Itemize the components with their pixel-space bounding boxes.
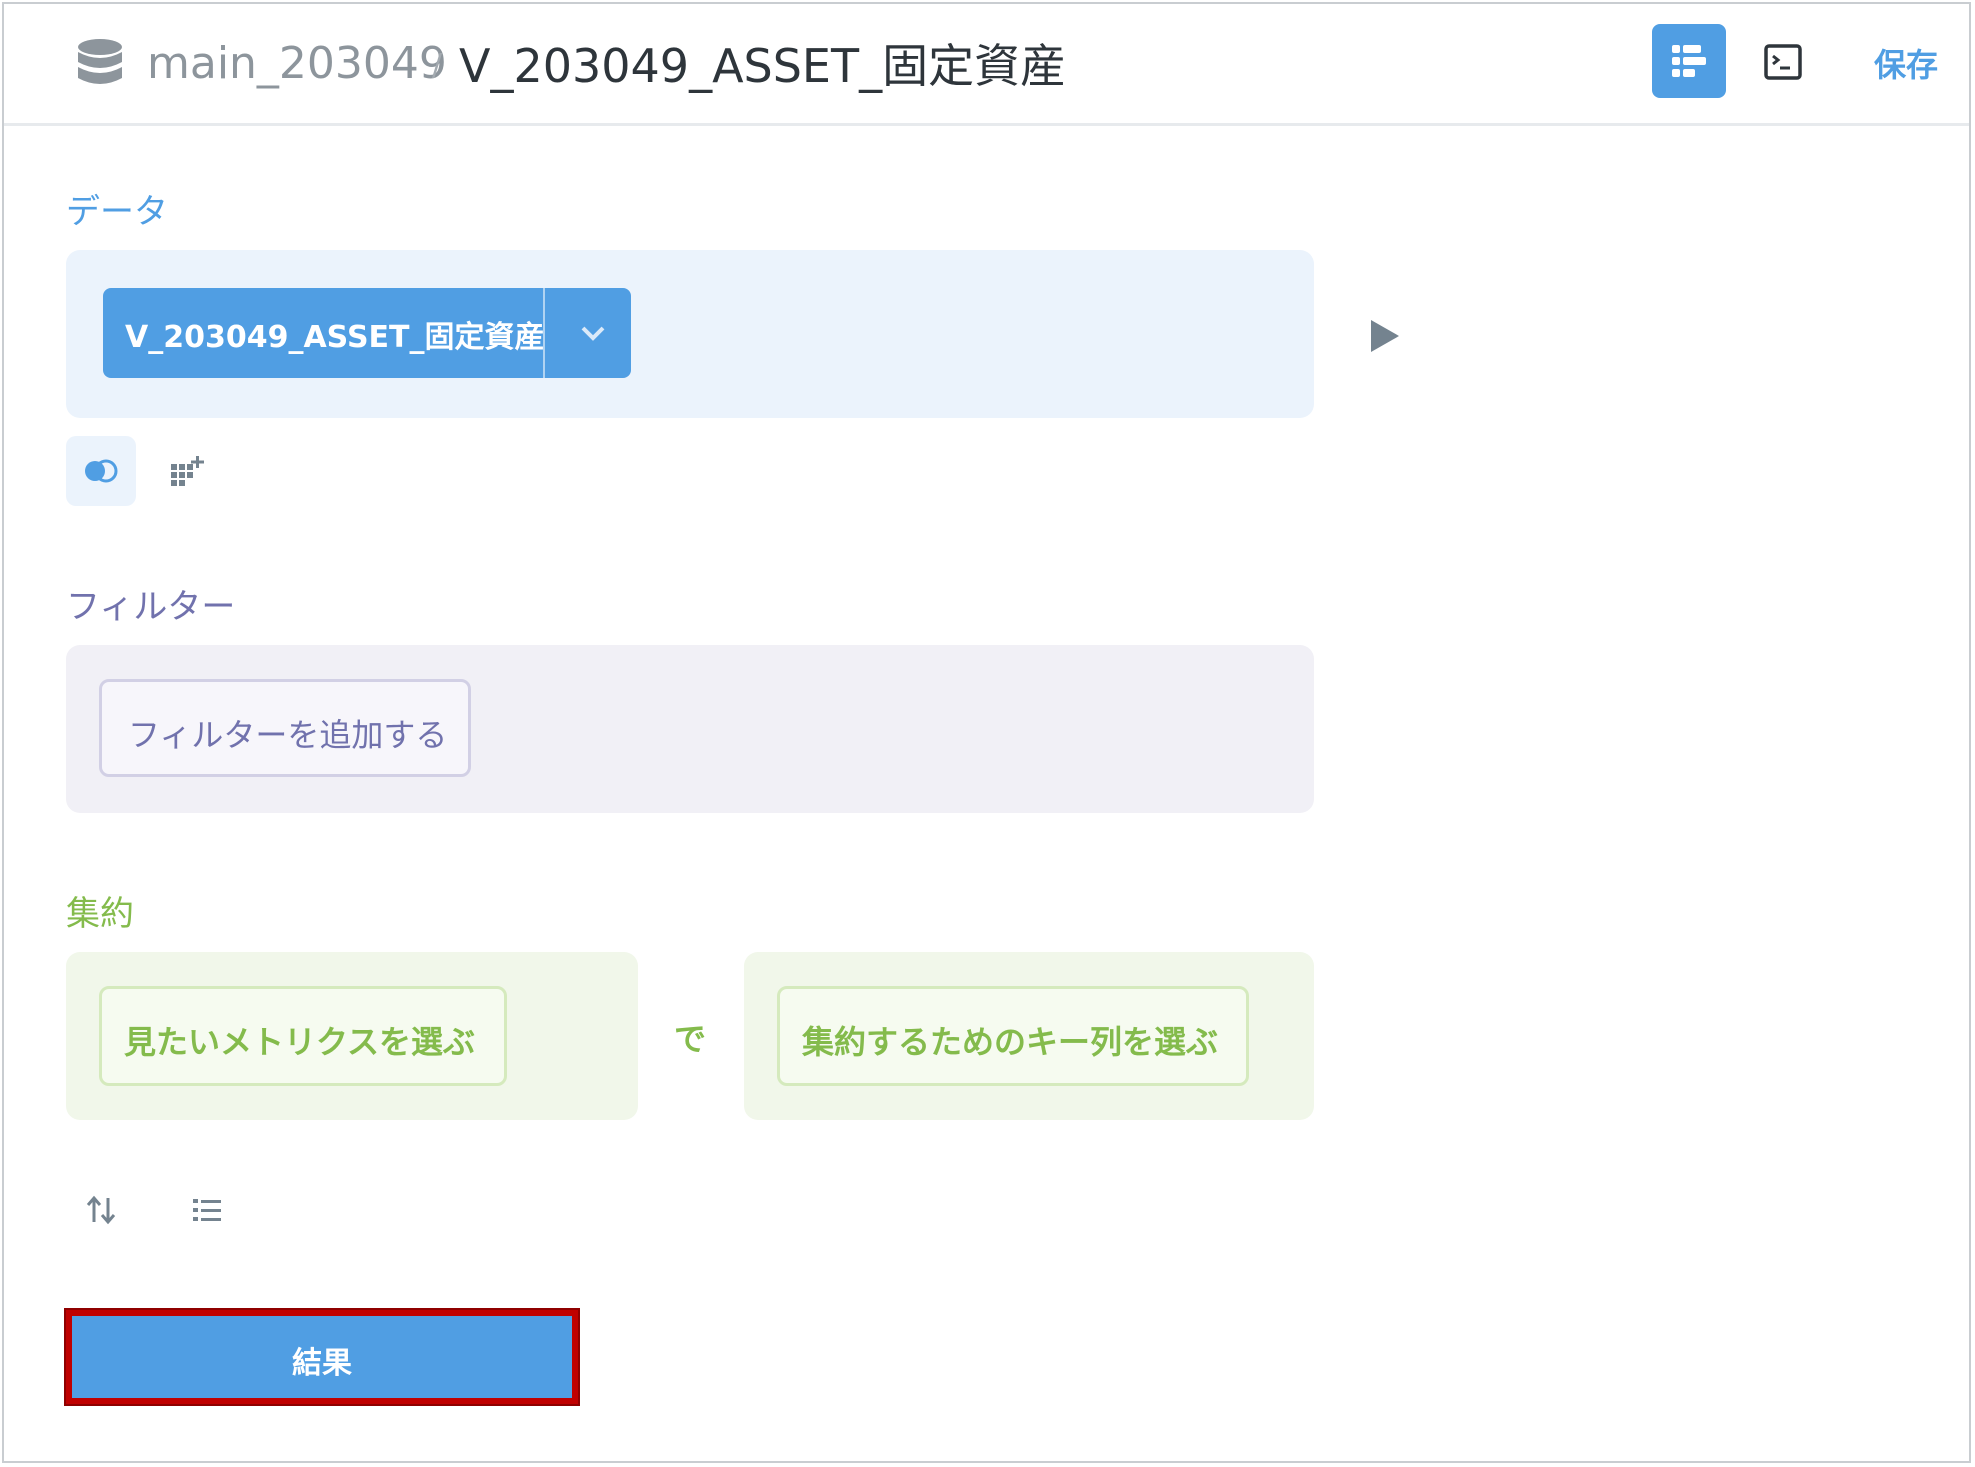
summarize-by-label: で: [674, 1020, 707, 1058]
custom-column-icon[interactable]: [169, 456, 205, 488]
add-filter-button[interactable]: フィルターを追加する: [99, 679, 471, 777]
chevron-down-icon[interactable]: [578, 318, 608, 348]
list-icon[interactable]: [192, 1196, 222, 1224]
visualize-label: 結果: [292, 1346, 352, 1381]
breakout-step: 集約するためのキー列を選ぶ: [744, 952, 1314, 1120]
terminal-icon: [1764, 44, 1802, 80]
join-data-button[interactable]: [66, 436, 136, 506]
data-step: V_203049_ASSET_固定資産: [66, 250, 1314, 418]
pick-breakout-button[interactable]: 集約するためのキー列を選ぶ: [777, 986, 1249, 1086]
breadcrumb-database[interactable]: main_203049: [147, 38, 447, 89]
filter-section-label: フィルター: [66, 587, 236, 627]
pick-metric-label: 見たいメトリクスを選ぶ: [124, 1023, 476, 1061]
sql-view-button[interactable]: [1746, 24, 1820, 98]
filter-step: フィルターを追加する: [66, 645, 1314, 813]
pick-breakout-label: 集約するためのキー列を選ぶ: [802, 1023, 1219, 1061]
pill-divider: [543, 288, 545, 378]
save-button[interactable]: 保存: [1874, 40, 1938, 86]
pick-metric-button[interactable]: 見たいメトリクスを選ぶ: [99, 986, 507, 1086]
add-filter-label: フィルターを追加する: [128, 716, 448, 754]
header-bar: main_203049 / V_203049_ASSET_固定資産 保存: [4, 4, 1969, 126]
visualize-button[interactable]: 結果: [64, 1308, 580, 1406]
table-picker[interactable]: V_203049_ASSET_固定資産: [103, 288, 631, 378]
page-title: V_203049_ASSET_固定資産: [459, 39, 1067, 93]
sort-icon[interactable]: [84, 1194, 120, 1226]
metric-step: 見たいメトリクスを選ぶ: [66, 952, 638, 1120]
play-icon[interactable]: [1369, 318, 1401, 354]
data-section-label: データ: [66, 192, 168, 232]
notebook-icon: [1672, 45, 1706, 77]
join-icon: [85, 459, 118, 483]
summarize-section-label: 集約: [66, 894, 134, 934]
notebook-toggle-button[interactable]: [1652, 24, 1726, 98]
table-name[interactable]: V_203049_ASSET_固定資産: [125, 312, 545, 356]
query-builder: main_203049 / V_203049_ASSET_固定資産 保存 データ: [2, 2, 1971, 1463]
breadcrumb-separator: /: [432, 48, 443, 83]
database-icon: [78, 39, 122, 84]
